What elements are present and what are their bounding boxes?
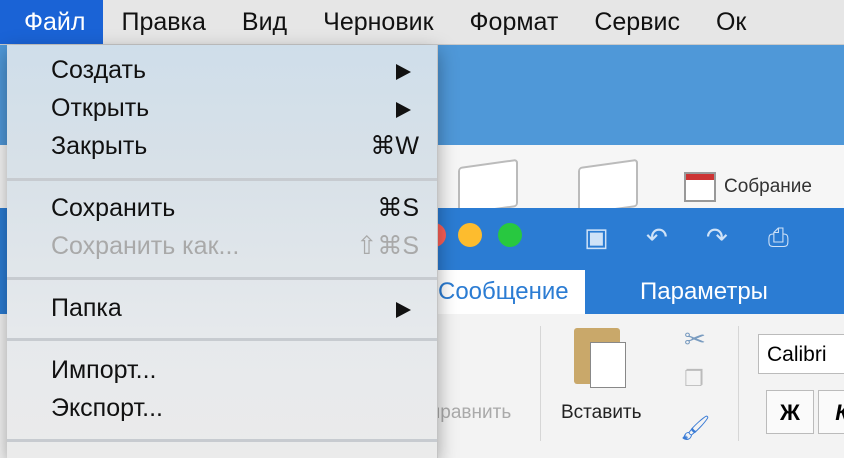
minimize-window-icon[interactable] bbox=[458, 223, 482, 247]
forward-envelope-icon bbox=[578, 158, 638, 216]
menu-tools[interactable]: Сервис bbox=[576, 0, 698, 44]
menu-item-shortcut: ⇧⌘S bbox=[356, 232, 419, 260]
menu-item-label: Сохранить bbox=[51, 194, 176, 222]
calendar-icon bbox=[684, 172, 716, 202]
paste-page-icon bbox=[590, 342, 626, 388]
menu-item-new[interactable]: Создать bbox=[7, 51, 437, 89]
bold-button[interactable]: Ж bbox=[766, 390, 814, 434]
menu-window[interactable]: Ок bbox=[698, 0, 764, 44]
italic-button[interactable]: К bbox=[818, 390, 844, 434]
font-name-input[interactable]: Calibri bbox=[758, 334, 844, 374]
app-menubar: Файл Правка Вид Черновик Формат Сервис О… bbox=[0, 0, 844, 45]
save-icon[interactable]: ▣ bbox=[584, 222, 609, 253]
menu-separator bbox=[7, 338, 437, 341]
menu-edit[interactable]: Правка bbox=[103, 0, 223, 44]
paste-label[interactable]: Вставить bbox=[561, 402, 642, 424]
send-label: правнить bbox=[430, 402, 512, 423]
maximize-window-icon[interactable] bbox=[498, 223, 522, 247]
submenu-arrow-icon bbox=[396, 302, 411, 318]
menu-item-export[interactable]: Экспорт... bbox=[7, 389, 437, 427]
meeting-label: Собрание bbox=[724, 176, 812, 197]
menu-item-folder[interactable]: Папка bbox=[7, 289, 437, 327]
menu-item-shortcut: ⌘S bbox=[377, 194, 419, 222]
submenu-arrow-icon bbox=[396, 102, 411, 118]
menu-item-close[interactable]: Закрыть ⌘W bbox=[7, 127, 437, 165]
print-icon[interactable]: ⎙ bbox=[768, 222, 789, 254]
menu-view[interactable]: Вид bbox=[224, 0, 305, 44]
menu-item-save[interactable]: Сохранить ⌘S bbox=[7, 189, 437, 227]
file-menu-dropdown: Создать Открыть Закрыть ⌘W Сохранить ⌘S … bbox=[7, 45, 438, 458]
menu-item-label: Создать bbox=[51, 56, 147, 84]
menu-separator bbox=[7, 439, 437, 442]
menu-item-label: Папка bbox=[51, 294, 122, 322]
menu-item-label: Экспорт... bbox=[51, 394, 163, 422]
tab-message[interactable]: Сообщение bbox=[422, 270, 585, 314]
ribbon-divider bbox=[540, 326, 541, 441]
submenu-arrow-icon bbox=[396, 64, 411, 80]
ribbon-divider bbox=[738, 326, 739, 441]
redo-icon[interactable]: ↷ bbox=[706, 222, 728, 253]
menu-separator bbox=[7, 277, 437, 280]
menu-draft[interactable]: Черновик bbox=[305, 0, 451, 44]
format-painter-icon[interactable]: 🖌 bbox=[680, 414, 710, 443]
menu-item-label: Импорт... bbox=[51, 356, 157, 384]
menu-format[interactable]: Формат bbox=[452, 0, 577, 44]
menu-file[interactable]: Файл bbox=[0, 0, 104, 44]
menu-item-label: Открыть bbox=[51, 94, 150, 122]
menu-item-import[interactable]: Импорт... bbox=[7, 351, 437, 389]
menu-item-label: Закрыть bbox=[51, 132, 148, 160]
undo-icon[interactable]: ↶ bbox=[646, 222, 668, 253]
reply-envelope-icon bbox=[458, 158, 518, 216]
copy-icon[interactable]: ❐ bbox=[684, 366, 704, 392]
meeting-button[interactable]: Собрание bbox=[684, 172, 812, 202]
menu-item-shortcut: ⌘W bbox=[370, 132, 419, 160]
menu-item-open[interactable]: Открыть bbox=[7, 89, 437, 127]
cut-icon[interactable]: ✂ bbox=[684, 324, 706, 355]
menu-separator bbox=[7, 178, 437, 181]
menu-item-save-as: Сохранить как... ⇧⌘S bbox=[7, 227, 437, 265]
menu-item-label: Сохранить как... bbox=[51, 232, 240, 260]
tab-options[interactable]: Параметры bbox=[624, 270, 784, 314]
